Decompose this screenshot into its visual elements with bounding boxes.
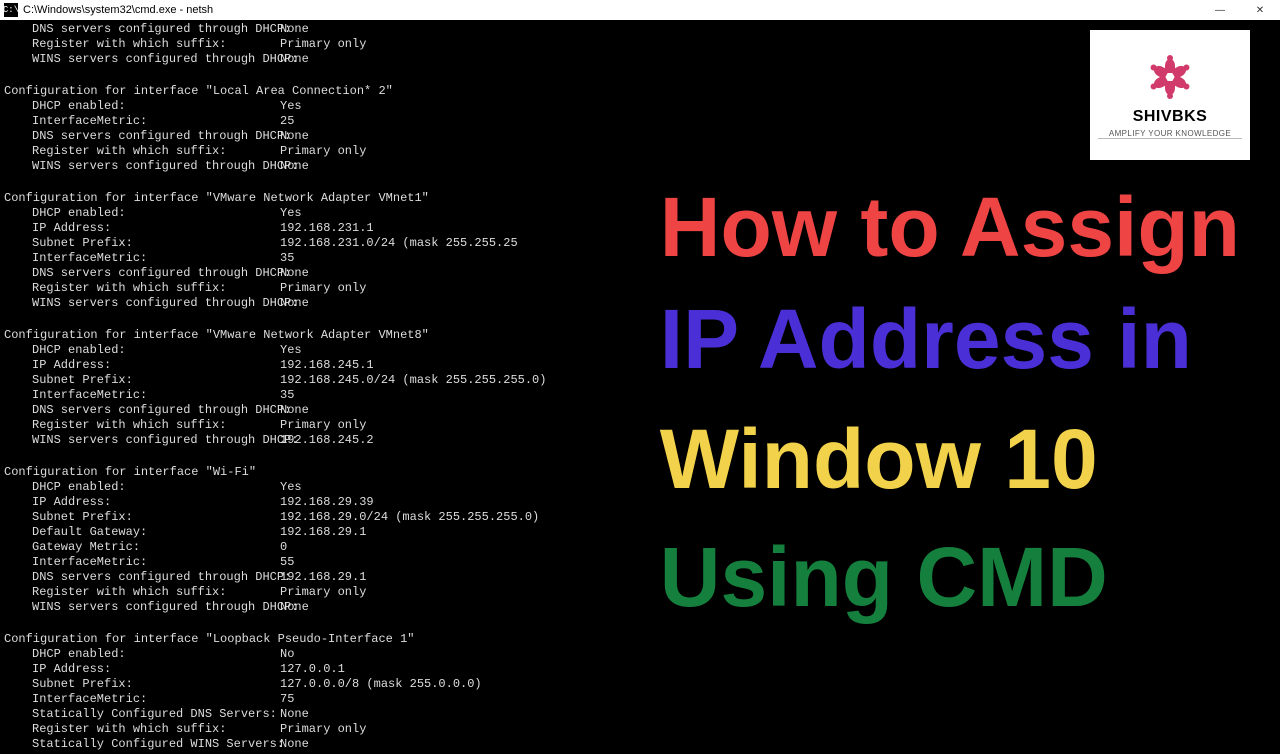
title-line-3: Window 10 [660,412,1240,506]
brand-tagline: AMPLIFY YOUR KNOWLEDGE [1109,129,1231,138]
output-row: DNS servers configured through DHCP:None [4,129,1276,144]
output-row: InterfaceMetric:75 [4,692,1276,707]
close-button[interactable]: ✕ [1240,0,1280,20]
output-row: DHCP enabled:No [4,647,1276,662]
output-row: Subnet Prefix:127.0.0.0/8 (mask 255.0.0.… [4,677,1276,692]
section-header: Configuration for interface "Loopback Ps… [4,632,1276,647]
output-row: DHCP enabled:Yes [4,99,1276,114]
window-titlebar: C:\ C:\Windows\system32\cmd.exe - netsh … [0,0,1280,20]
title-line-4: Using CMD [660,530,1240,624]
output-row: DNS servers configured through DHCP:None [4,22,1276,37]
minimize-button[interactable]: — [1200,0,1240,20]
output-row: Register with which suffix:Primary only [4,722,1276,737]
output-row: IP Address:127.0.0.1 [4,662,1276,677]
output-row: Register with which suffix:Primary only [4,144,1276,159]
brand-name: SHIVBKS [1133,108,1208,126]
section-header: Configuration for interface "Local Area … [4,84,1276,99]
thumbnail-title-overlay: How to Assign IP Address in Window 10 Us… [660,180,1240,624]
title-line-2: IP Address in [660,292,1240,386]
brand-logo-icon [1145,52,1195,102]
output-row: WINS servers configured through DHCP:Non… [4,159,1276,174]
title-line-1: How to Assign [660,180,1240,274]
cmd-icon: C:\ [4,3,18,17]
window-title: C:\Windows\system32\cmd.exe - netsh [23,4,213,16]
output-row: Statically Configured WINS Servers:None [4,737,1276,752]
output-row: WINS servers configured through DHCP:Non… [4,52,1276,67]
output-row: Register with which suffix:Primary only [4,37,1276,52]
output-row: InterfaceMetric:25 [4,114,1276,129]
brand-logo-card: SHIVBKS AMPLIFY YOUR KNOWLEDGE [1090,30,1250,160]
